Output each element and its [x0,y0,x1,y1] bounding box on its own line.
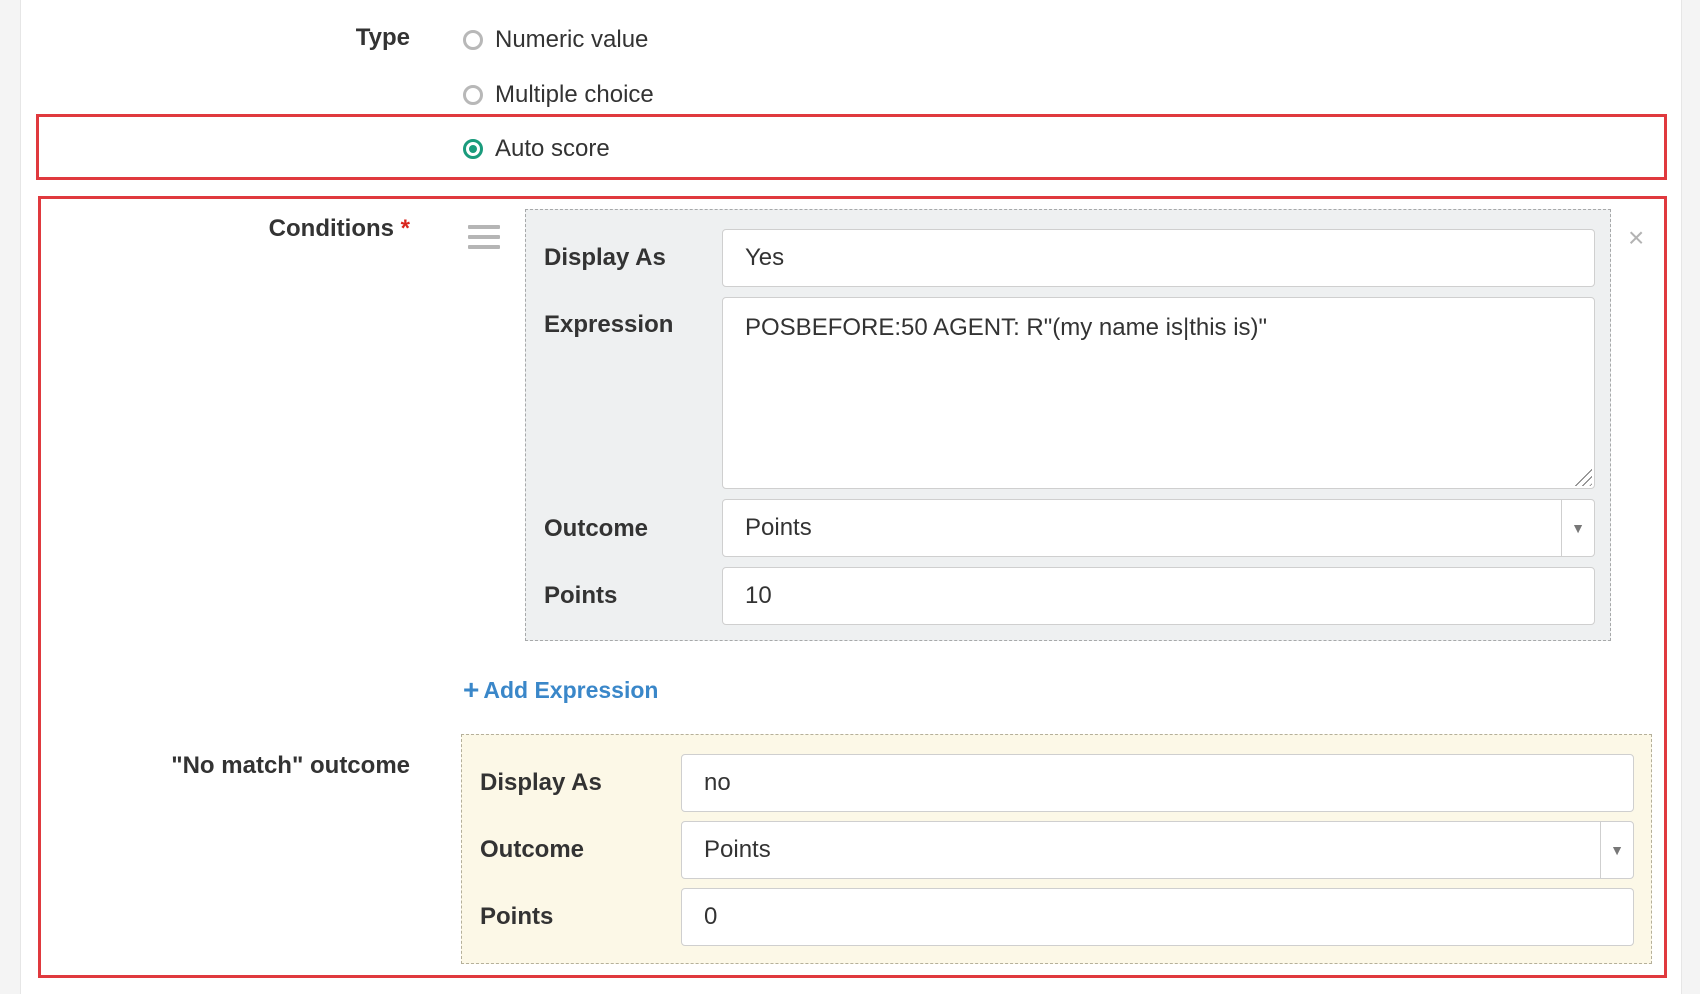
condition-card: Display As Yes Expression POSBEFORE:50 A… [525,209,1611,641]
no-match-outcome-label: Outcome [480,836,585,863]
no-match-points-label: Points [480,903,554,930]
no-match-card: Display As no Outcome Points ▼ Points 0 [461,734,1652,964]
radio-circle-icon[interactable] [463,30,483,50]
add-expression-link[interactable]: + Add Expression [463,676,658,704]
drag-handle-icon[interactable] [468,225,500,255]
expression-label: Expression [544,311,674,338]
chevron-down-icon[interactable]: ▼ [1600,822,1633,878]
no-match-outcome-value: Points [704,836,771,863]
no-match-display-as-label: Display As [480,769,602,796]
radio-multiple-choice-label: Multiple choice [495,81,654,108]
no-match-display-as-input[interactable]: no [681,754,1634,812]
radio-circle-icon[interactable] [463,85,483,105]
expression-textarea[interactable]: POSBEFORE:50 AGENT: R"(my name is|this i… [722,297,1595,489]
add-expression-label: Add Expression [483,676,659,703]
no-match-display-as-value: no [704,769,731,796]
points-input[interactable]: 10 [722,567,1595,625]
plus-icon: + [463,674,480,705]
outcome-label: Outcome [544,515,649,542]
radio-multiple-choice[interactable]: Multiple choice [463,81,654,109]
no-match-label: "No match" outcome [171,752,410,779]
points-value: 10 [745,582,772,609]
conditions-label: Conditions * [200,215,410,243]
radio-numeric-value[interactable]: Numeric value [463,26,648,54]
display-as-input[interactable]: Yes [722,229,1595,287]
type-label: Type [355,24,410,51]
display-as-label: Display As [544,244,666,271]
chevron-down-icon[interactable]: ▼ [1561,500,1594,556]
conditions-label-text: Conditions [268,215,394,242]
no-match-points-value: 0 [704,903,718,930]
required-mark: * [400,215,410,242]
points-label: Points [544,582,618,609]
close-icon[interactable]: × [1628,222,1644,254]
no-match-outcome-select[interactable]: Points ▼ [681,821,1634,879]
no-match-points-input[interactable]: 0 [681,888,1634,946]
outcome-select[interactable]: Points ▼ [722,499,1595,557]
expression-value: POSBEFORE:50 AGENT: R"(my name is|this i… [745,314,1268,341]
resize-handle-icon[interactable] [1570,464,1592,486]
display-as-value: Yes [745,244,785,271]
outcome-value: Points [745,514,812,541]
highlight-auto-score [36,114,1667,180]
radio-numeric-value-label: Numeric value [495,26,649,53]
